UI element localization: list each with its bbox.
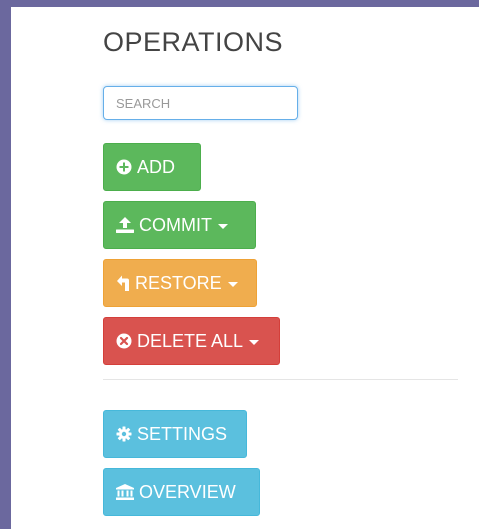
- overview-button-label: OVERVIEW: [139, 481, 236, 502]
- settings-button-label: SETTINGS: [137, 423, 228, 444]
- plus-circle-icon: [116, 159, 132, 175]
- chevron-down-icon: [249, 339, 260, 345]
- restore-icon: [116, 275, 130, 291]
- restore-button-label: RESTORE: [135, 272, 222, 293]
- delete-all-button[interactable]: DELETE ALL: [103, 317, 280, 365]
- delete-all-button-label: DELETE ALL: [137, 330, 244, 351]
- chevron-down-icon: [227, 281, 238, 287]
- search-input[interactable]: [103, 86, 298, 120]
- restore-button[interactable]: RESTORE: [103, 259, 257, 307]
- page-title: OPERATIONS: [103, 27, 284, 57]
- section-divider: [103, 379, 458, 380]
- commit-button-label: COMMIT: [139, 214, 212, 235]
- commit-button[interactable]: COMMIT: [103, 201, 256, 249]
- upload-icon: [116, 217, 134, 233]
- add-button[interactable]: ADD: [103, 143, 201, 191]
- settings-button[interactable]: SETTINGS: [103, 410, 247, 458]
- gear-icon: [116, 426, 132, 442]
- remove-circle-icon: [116, 333, 132, 349]
- bank-icon: [116, 484, 134, 500]
- add-button-label: ADD: [137, 156, 176, 177]
- overview-button[interactable]: OVERVIEW: [103, 468, 260, 516]
- chevron-down-icon: [217, 223, 228, 229]
